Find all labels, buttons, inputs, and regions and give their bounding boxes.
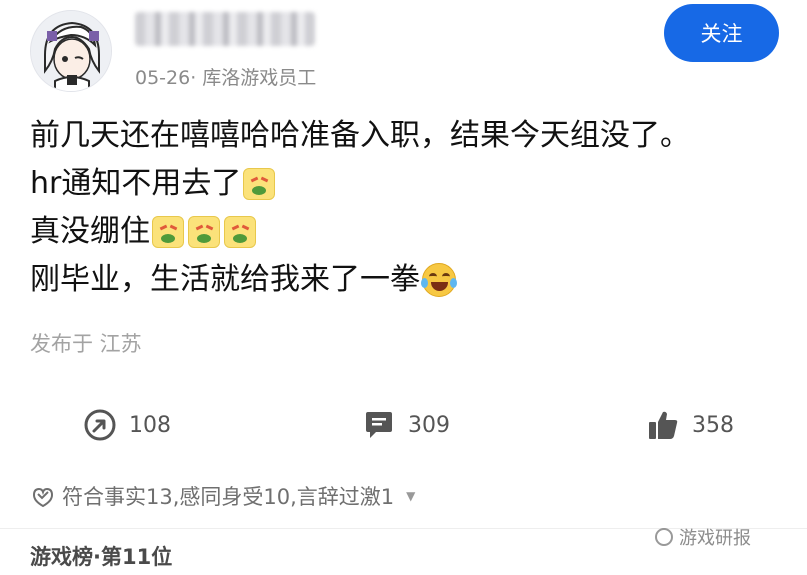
wechat-icon — [655, 528, 673, 546]
like-button[interactable]: 358 — [646, 400, 734, 450]
post-line-2: hr通知不用去了 — [30, 160, 800, 208]
comment-count: 309 — [408, 412, 450, 438]
reaction-icon — [32, 487, 54, 508]
laugh-cry-emoji-icon — [421, 263, 457, 297]
thumbs-up-icon — [649, 411, 678, 439]
share-icon — [84, 409, 116, 441]
sticker-emoji-icon — [243, 168, 276, 200]
username-blurred[interactable] — [135, 12, 315, 46]
post-location: 发布于 江苏 — [30, 332, 142, 356]
watermark: 游戏研报 — [655, 524, 751, 550]
comment-icon — [366, 412, 392, 438]
post-line-text: 刚毕业，生活就给我来了一拳 — [30, 262, 420, 297]
post-line-3: 真没绷住 — [30, 208, 800, 256]
action-bar: 108 309 358 — [0, 400, 807, 450]
sticker-emoji-icon — [188, 216, 220, 248]
share-count: 108 — [129, 412, 171, 438]
watermark-text: 游戏研报 — [679, 528, 751, 549]
follow-button[interactable]: 关注 — [664, 4, 779, 62]
avatar[interactable] — [30, 10, 112, 92]
caret-down-icon[interactable]: ▼ — [406, 489, 415, 503]
share-button[interactable]: 108 — [83, 400, 171, 450]
sticker-emoji-icon — [224, 216, 256, 248]
post-line-text: hr通知不用去了 — [30, 166, 242, 201]
post-line-4: 刚毕业，生活就给我来了一拳 — [30, 256, 800, 304]
reaction-text: 符合事实13,感同身受10,言辞过激1 — [62, 485, 395, 509]
comment-button[interactable]: 309 — [362, 400, 450, 450]
sticker-emoji-icon — [152, 216, 184, 248]
post-line-text: 前几天还在嘻嘻哈哈准备入职，结果今天组没了。 — [30, 118, 690, 153]
post-content: 前几天还在嘻嘻哈哈准备入职，结果今天组没了。 hr通知不用去了 真没绷住 刚毕业… — [30, 112, 800, 304]
avatar-image — [31, 11, 111, 91]
like-count: 358 — [692, 412, 734, 438]
post-line-1: 前几天还在嘻嘻哈哈准备入职，结果今天组没了。 — [30, 112, 800, 160]
post-line-text: 真没绷住 — [30, 214, 150, 249]
reaction-summary[interactable]: 符合事实13,感同身受10,言辞过激1 ▼ — [30, 481, 415, 511]
post-meta: 05-26· 库洛游戏员工 — [135, 67, 317, 89]
ranking-label[interactable]: 游戏榜·第11位 — [30, 541, 172, 571]
